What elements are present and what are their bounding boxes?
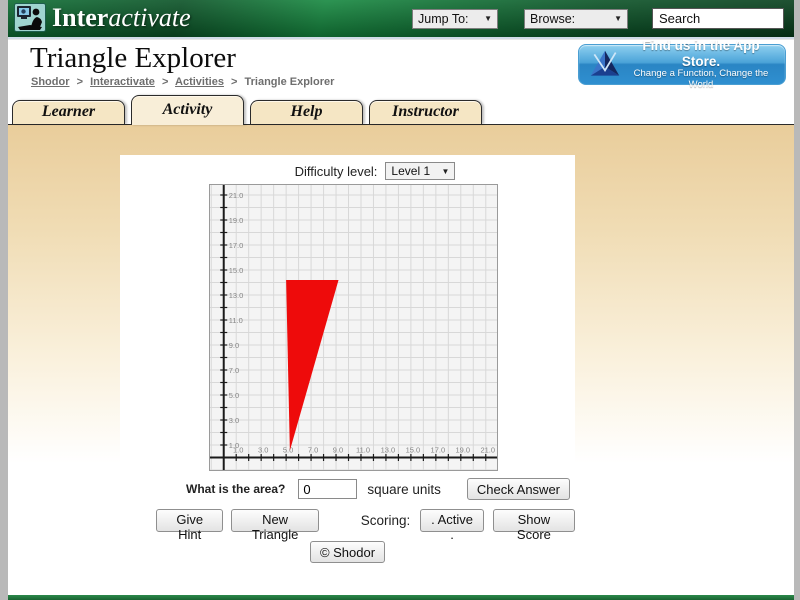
give-hint-button[interactable]: Give Hint: [156, 509, 224, 542]
header-controls: Jump To: ▼ Browse: ▼: [412, 8, 784, 29]
chevron-down-icon: ▼: [614, 14, 622, 23]
browse-label: Browse:: [530, 11, 576, 26]
difficulty-value: Level 1: [391, 164, 431, 178]
shodor-copyright-button[interactable]: © Shodor: [309, 541, 386, 563]
svg-text:19.0: 19.0: [456, 446, 471, 455]
svg-text:13.0: 13.0: [229, 291, 244, 300]
browse-select[interactable]: Browse: ▼: [524, 8, 628, 29]
check-answer-button[interactable]: Check Answer: [466, 478, 570, 500]
app-store-line2: Change a Function, Change the World: [633, 68, 769, 91]
action-buttons-row: Give Hint New Triangle Scoring: . Active…: [156, 509, 575, 542]
breadcrumb-link-shodor[interactable]: Shodor: [31, 76, 70, 88]
tab-bar: Learner Activity Help Instructor: [8, 92, 794, 125]
breadcrumb-separator: >: [161, 76, 169, 88]
scoring-active-button[interactable]: . Active .: [420, 509, 484, 542]
svg-text:11.0: 11.0: [356, 446, 370, 455]
svg-text:17.0: 17.0: [229, 241, 244, 250]
tab-help[interactable]: Help: [250, 100, 363, 124]
page: Interactivate Jump To: ▼ Browse: ▼ Trian…: [8, 0, 794, 600]
logo-text: Interactivate: [52, 3, 191, 32]
area-input[interactable]: [298, 479, 358, 499]
search-input[interactable]: [652, 8, 784, 29]
breadcrumb-link-activities[interactable]: Activities: [175, 76, 224, 88]
copyright-row: © Shodor: [120, 541, 575, 563]
tab-instructor[interactable]: Instructor: [369, 100, 482, 124]
logo-text-activate: activate: [108, 3, 191, 32]
svg-text:3.0: 3.0: [258, 446, 268, 455]
svg-text:15.0: 15.0: [229, 266, 244, 275]
svg-text:5.0: 5.0: [283, 446, 293, 455]
square-units-label: square units: [367, 481, 441, 497]
app-store-badge[interactable]: Find us in the App Store. Change a Funct…: [578, 38, 786, 90]
activity-panel: Difficulty level: Level 1 ▼ 1.0 3.0 5.0 7.0…: [120, 155, 575, 563]
jump-to-select[interactable]: Jump To: ▼: [412, 8, 498, 29]
area-question-label: What is the area?: [186, 482, 286, 496]
svg-text:7.0: 7.0: [229, 366, 239, 375]
person-at-computer-icon: [14, 3, 46, 32]
jump-to-label: Jump To:: [418, 11, 469, 26]
difficulty-select[interactable]: Level 1 ▼: [385, 162, 456, 180]
show-score-button[interactable]: Show Score: [492, 509, 575, 542]
scoring-label: Scoring:: [360, 513, 411, 528]
breadcrumb-separator: >: [76, 76, 83, 88]
area-question-row: What is the area? square units Check Ans…: [186, 478, 575, 500]
chevron-down-icon: ▼: [484, 14, 492, 23]
breadcrumb-link-interactivate[interactable]: Interactivate: [90, 76, 155, 88]
interactivate-triangle-logo-icon: [587, 49, 623, 81]
triangle-shape: [286, 280, 339, 451]
page-title: Triangle Explorer: [30, 42, 236, 74]
breadcrumb-separator: >: [231, 76, 238, 88]
svg-text:19.0: 19.0: [229, 216, 244, 225]
svg-text:5.0: 5.0: [229, 391, 239, 400]
svg-text:17.0: 17.0: [431, 446, 446, 455]
svg-text:3.0: 3.0: [229, 416, 239, 425]
svg-text:11.0: 11.0: [229, 316, 243, 325]
app-store-line1: Find us in the App Store.: [642, 38, 760, 69]
site-header: Interactivate Jump To: ▼ Browse: ▼: [8, 0, 794, 37]
tab-learner[interactable]: Learner: [12, 100, 125, 124]
activity-tab-content: Difficulty level: Level 1 ▼ 1.0 3.0 5.0 7.0…: [8, 125, 794, 595]
difficulty-row: Difficulty level: Level 1 ▼: [120, 160, 575, 182]
svg-text:9.0: 9.0: [229, 341, 239, 350]
tab-activity[interactable]: Activity: [131, 95, 244, 125]
svg-text:21.0: 21.0: [229, 191, 244, 200]
svg-text:1.0: 1.0: [233, 446, 243, 455]
svg-text:21.0: 21.0: [480, 446, 495, 455]
triangle-coordinate-grid: 1.0 3.0 5.0 7.0 9.0 11.0 13.0 15.0 17.0 19.0 21.0 1…: [209, 184, 498, 471]
svg-text:15.0: 15.0: [406, 446, 421, 455]
title-bar: Triangle Explorer Shodor > Interactivate…: [8, 38, 794, 92]
new-triangle-button[interactable]: New Triangle: [231, 509, 319, 542]
svg-text:13.0: 13.0: [381, 446, 396, 455]
difficulty-label: Difficulty level:: [294, 163, 378, 179]
chevron-down-icon: ▼: [441, 166, 450, 176]
svg-text:9.0: 9.0: [333, 446, 343, 455]
breadcrumb: Shodor > Interactivate > Activities > Tr…: [31, 76, 334, 88]
triangle-graph-svg: 1.0 3.0 5.0 7.0 9.0 11.0 13.0 15.0 17.0 19.0 21.0 1…: [210, 185, 497, 471]
app-store-text: Find us in the App Store. Change a Funct…: [623, 38, 779, 91]
bottom-green-bar: [8, 595, 794, 600]
interactivate-logo[interactable]: Interactivate: [14, 3, 191, 32]
svg-text:7.0: 7.0: [308, 446, 318, 455]
logo-text-inter: Inter: [52, 3, 109, 32]
breadcrumb-current: Triangle Explorer: [244, 76, 335, 88]
